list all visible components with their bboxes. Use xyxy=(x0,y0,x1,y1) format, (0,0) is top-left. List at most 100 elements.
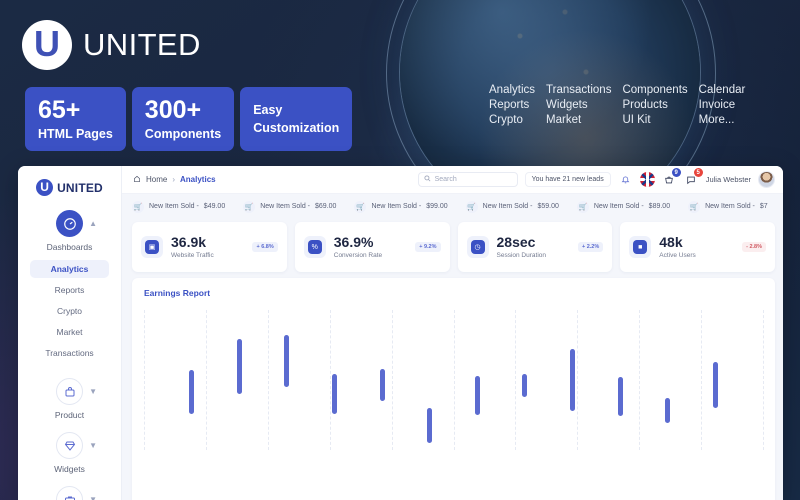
sidebar-group-partial-iconwrap: ▼ xyxy=(56,486,97,500)
chat-badge: 5 xyxy=(693,168,703,177)
ticker-text-3: New Item Sold - xyxy=(371,203,422,210)
sidebar-item-analytics[interactable]: Analytics xyxy=(30,260,109,278)
stat-card-website-traffic[interactable]: ▣ 36.9k Website Traffic + 6.8% xyxy=(132,222,287,272)
breadcrumb-current: Analytics xyxy=(180,175,216,184)
stat-chip-session-duration: + 2.2% xyxy=(577,242,604,252)
ticker-price-4: $59.00 xyxy=(537,203,559,210)
search-icon xyxy=(424,175,431,184)
stat-chip-active-users: - 2.8% xyxy=(742,242,766,252)
pill-easy-line1: Easy xyxy=(253,103,283,117)
pill-components-value: 300+ xyxy=(144,96,202,124)
bar-chart-glyph: ▣ xyxy=(145,240,159,254)
chart-gridline xyxy=(639,310,641,450)
speedometer-icon xyxy=(56,210,83,237)
earnings-chart[interactable] xyxy=(144,310,764,450)
stat-label-website-traffic: Website Traffic xyxy=(171,252,214,260)
ticker-text-4: New Item Sold - xyxy=(482,203,533,210)
sidebar-logo-icon: U xyxy=(36,179,54,196)
percent-icon: % xyxy=(303,236,326,258)
cart-icon-ticker-5: 🛒 xyxy=(576,200,589,213)
stat-card-conversion-rate[interactable]: % 36.9% Conversion Rate + 9.2% xyxy=(294,222,450,272)
cart-icon-ticker-1: 🛒 xyxy=(132,200,144,213)
sidebar-group-dashboards-iconwrap: ▲ xyxy=(56,210,97,237)
chart-gridline xyxy=(577,310,579,450)
sidebar-item-market[interactable]: Market xyxy=(30,323,109,341)
leads-notice[interactable]: You have 21 new leads xyxy=(524,172,611,187)
chart-candle-bar[interactable] xyxy=(331,374,337,414)
chart-gridline xyxy=(453,310,455,450)
sidebar-item-transactions[interactable]: Transactions xyxy=(30,344,109,362)
sidebar-group-product-iconwrap: ▼ xyxy=(56,378,97,405)
sidebar-group-partial[interactable]: ▼ xyxy=(18,486,121,500)
chart-candle-bar[interactable] xyxy=(189,370,195,414)
chart-candle-bar[interactable] xyxy=(236,339,242,394)
uk-flag-icon[interactable] xyxy=(639,172,655,187)
chart-candle-bar[interactable] xyxy=(474,375,480,415)
stat-value-website-traffic: 36.9k xyxy=(171,233,207,250)
hero-pill-row: 65+ HTML Pages 300+ Components Easy Cust… xyxy=(25,87,353,152)
search-placeholder: Search xyxy=(434,176,457,183)
sidebar-group-product[interactable]: ▼ Product xyxy=(18,378,121,420)
ticker-price-2: $69.00 xyxy=(315,203,337,210)
topbar: Home › Analytics Search You have 21 new … xyxy=(122,166,783,194)
topbar-right-group: Search You have 21 new leads 9 5 Julia W… xyxy=(417,168,775,188)
feature-calendar: Calendar xyxy=(698,84,746,96)
sales-ticker: 🛒 New Item Sold - $49.00 🛒 New Item Sold… xyxy=(122,194,783,219)
feature-invoice: Invoice xyxy=(698,99,736,111)
chart-gridline xyxy=(391,310,393,450)
sidebar-group-widgets[interactable]: ▼ Widgets xyxy=(18,432,121,474)
pill-components: 300+ Components xyxy=(131,87,235,152)
stat-chip-website-traffic: + 6.8% xyxy=(252,242,278,252)
cart-icon-ticker-3: 🛒 xyxy=(354,200,367,213)
breadcrumb-home[interactable]: Home xyxy=(146,175,167,184)
search-box[interactable]: Search xyxy=(417,172,518,187)
stat-card-row: ▣ 36.9k Website Traffic + 6.8% % 36.9% C… xyxy=(132,222,775,272)
chart-candle-bar[interactable] xyxy=(522,374,528,397)
chat-icon[interactable]: 5 xyxy=(683,168,703,187)
feature-products: Products xyxy=(622,99,668,111)
bag-icon xyxy=(56,378,83,405)
clock-glyph: ◷ xyxy=(470,240,485,254)
sidebar-brand[interactable]: U UNITED xyxy=(18,166,121,196)
ticker-text-5: New Item Sold - xyxy=(593,203,644,210)
feature-ui-kit: UI Kit xyxy=(622,114,651,126)
ticker-item: 🛒 New Item Sold - $7 xyxy=(688,200,768,213)
stat-chip-conversion-rate: + 9.2% xyxy=(415,242,441,252)
percent-glyph: % xyxy=(307,240,322,254)
feature-transactions: Transactions xyxy=(546,84,612,96)
chart-candle-bar[interactable] xyxy=(712,361,718,408)
leads-text: You have 21 new leads xyxy=(531,176,604,183)
chart-candle-bar[interactable] xyxy=(284,335,290,387)
bar-chart-icon: ▣ xyxy=(141,236,163,258)
home-icon[interactable] xyxy=(133,175,141,185)
chart-candle-bar[interactable] xyxy=(665,398,671,424)
bell-icon[interactable] xyxy=(618,172,633,187)
sidebar-item-widgets-label: Widgets xyxy=(54,464,85,474)
sidebar-group-dashboards[interactable]: ▲ Dashboards Analytics Reports Crypto Ma… xyxy=(18,210,121,362)
ticker-item: 🛒 New Item Sold - $89.00 xyxy=(576,200,670,213)
sidebar-item-dashboards-label: Dashboards xyxy=(46,242,93,252)
users-glyph: ■ xyxy=(633,240,648,254)
cart-icon[interactable]: 9 xyxy=(661,168,681,187)
pill-easy-line2: Customization xyxy=(253,121,340,136)
chevron-down-icon-2: ▼ xyxy=(89,441,97,450)
chart-gridline xyxy=(329,310,331,450)
avatar[interactable] xyxy=(758,171,775,188)
sidebar-item-crypto[interactable]: Crypto xyxy=(30,302,109,320)
feature-market: Market xyxy=(546,114,582,126)
ticker-price-3: $99.00 xyxy=(426,203,448,210)
chart-candle-bar[interactable] xyxy=(617,377,623,417)
stat-value-session-duration: 28sec xyxy=(496,233,536,250)
chart-candle-bar[interactable] xyxy=(379,368,385,401)
stat-card-active-users[interactable]: ■ 48k Active Users - 2.8% xyxy=(620,222,775,272)
stat-card-session-duration[interactable]: ◷ 28sec Session Duration + 2.2% xyxy=(457,222,613,272)
sidebar-item-reports[interactable]: Reports xyxy=(30,281,109,299)
hero-banner: U UNITED 65+ HTML Pages 300+ Components … xyxy=(0,0,800,165)
ticker-price-6: $7 xyxy=(759,203,768,210)
chart-gridline xyxy=(763,310,764,450)
chart-candle-bar[interactable] xyxy=(570,349,576,411)
pill-easy-customization: Easy Customization xyxy=(240,87,353,152)
chart-candle-bar[interactable] xyxy=(427,408,433,443)
earnings-report-card: Earnings Report xyxy=(132,278,775,500)
briefcase-icon xyxy=(56,486,83,500)
